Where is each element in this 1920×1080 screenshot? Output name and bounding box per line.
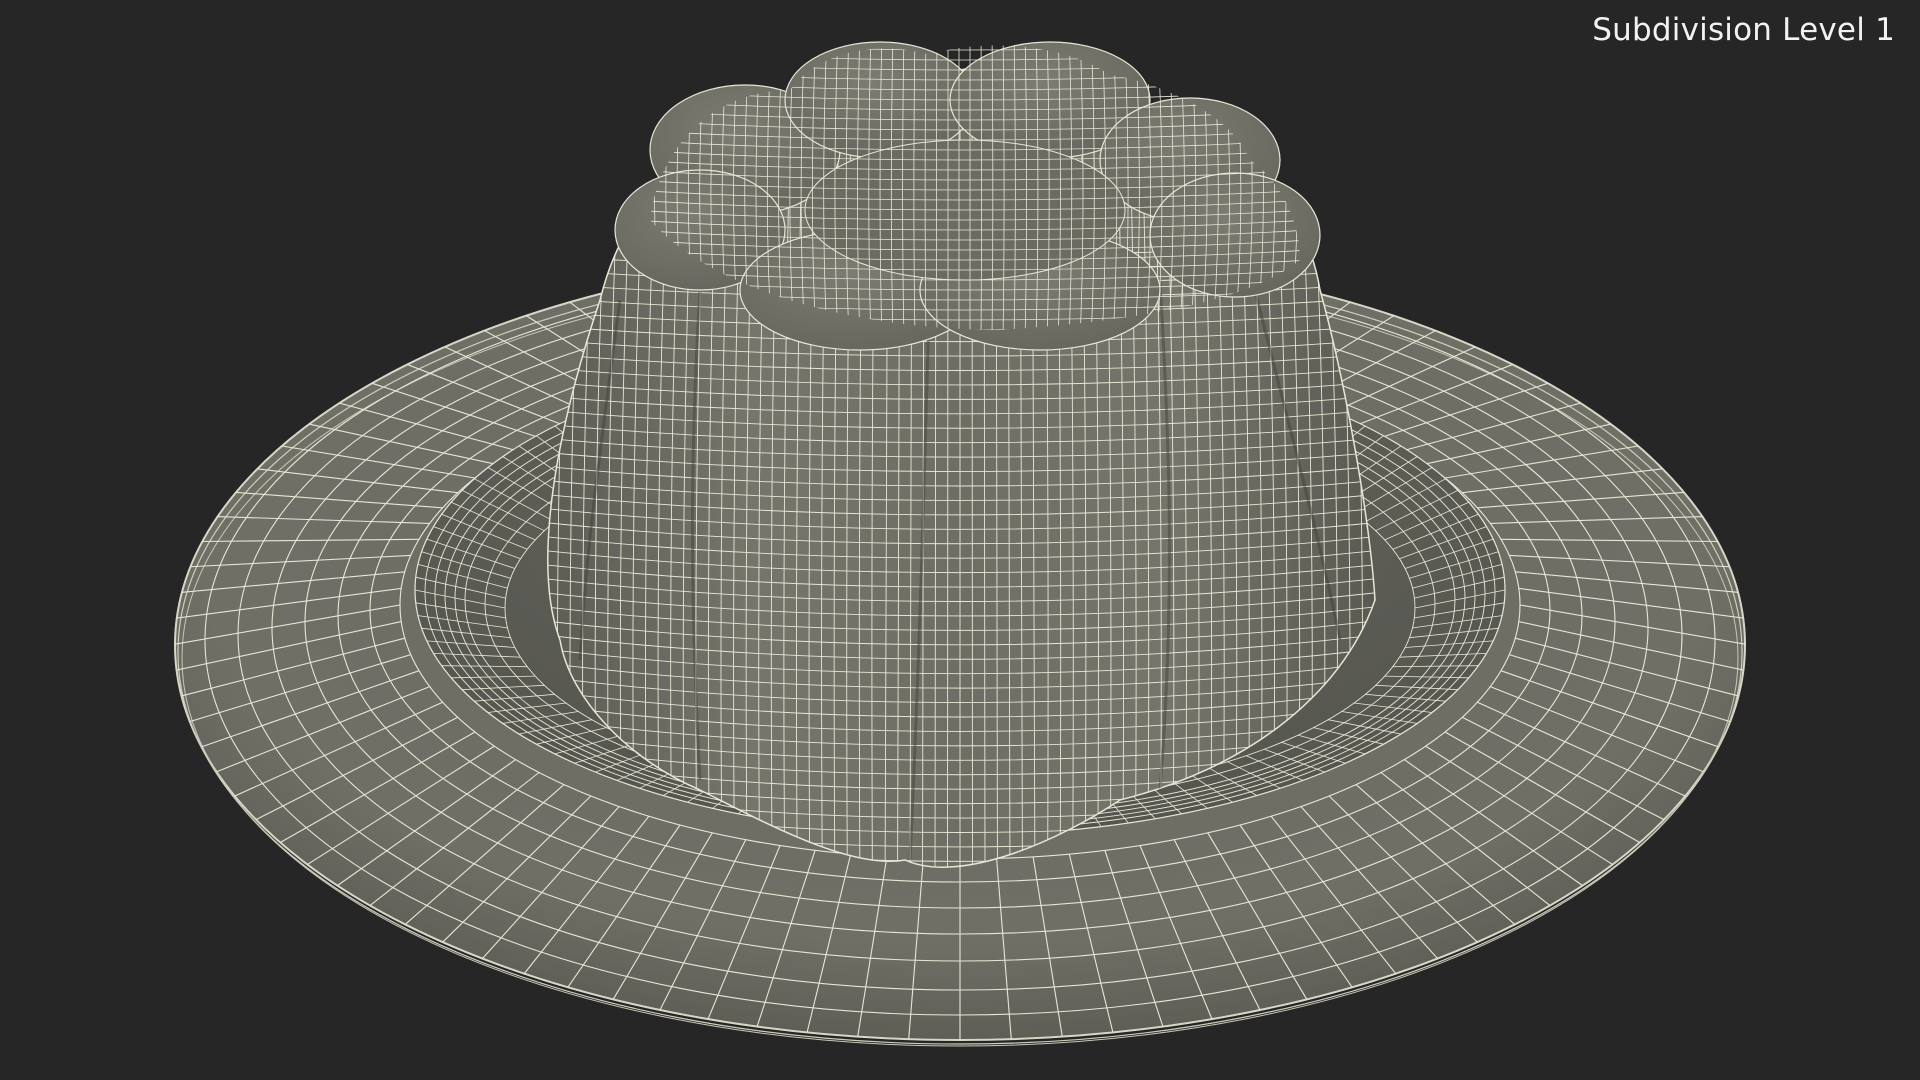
- subdivision-level-label: Subdivision Level 1: [1592, 12, 1895, 48]
- wireframe-render: [174, 41, 1746, 1047]
- 3d-viewport[interactable]: Subdivision Level 1: [0, 0, 1920, 1080]
